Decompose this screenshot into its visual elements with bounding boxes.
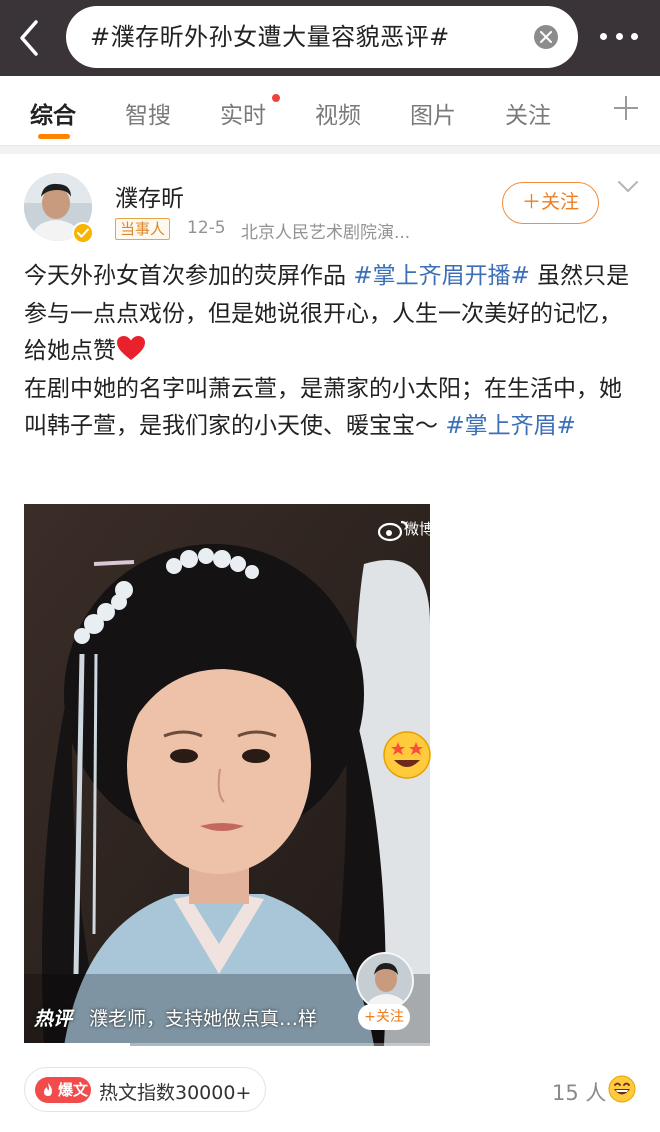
post-date: 12-5 <box>187 218 226 238</box>
video-follow-button[interactable]: +关注 <box>358 1004 410 1030</box>
role-badge: 当事人 <box>115 218 171 240</box>
topic-link[interactable]: #掌上齐眉开播# <box>353 263 530 289</box>
topic-link[interactable]: #掌上齐眉# <box>445 413 576 439</box>
hot-index-pill[interactable]: 爆文 热文指数30000+ <box>24 1067 266 1112</box>
hot-badge: 爆文 <box>35 1077 91 1103</box>
post-paragraph: 在剧中她的名字叫萧云萱，是萧家的小太阳；在生活中，她叫韩子萱，是我们家的小天使、… <box>24 371 636 446</box>
search-input[interactable]: #濮存昕外孙女遭大量容貌恶评# <box>90 6 450 68</box>
active-tab-indicator <box>38 134 70 139</box>
hot-comment-text[interactable]: 濮老师，支持她做点真…样 <box>89 1004 339 1031</box>
post-paragraph: 今天外孙女首次参加的荧屏作品 #掌上齐眉开播# 虽然只是参与一点点戏份，但是她说… <box>24 258 636 371</box>
chevron-down-icon[interactable] <box>616 178 640 196</box>
tab-smart-search[interactable]: 智搜 <box>125 96 171 130</box>
new-content-dot <box>272 94 280 102</box>
tab-following[interactable]: 关注 <box>505 96 551 130</box>
author-name[interactable]: 濮存昕 <box>115 179 184 213</box>
hot-index-text: 热文指数30000+ <box>99 1082 252 1104</box>
video-author-avatar[interactable] <box>356 952 414 1010</box>
post-text: 今天外孙女首次参加的荧屏作品 #掌上齐眉开播# 虽然只是参与一点点戏份，但是她说… <box>24 258 636 446</box>
verified-icon <box>72 222 94 244</box>
tab-video[interactable]: 视频 <box>315 96 361 130</box>
tab-bar: 综合 智搜 实时 视频 图片 关注 <box>0 76 660 146</box>
post-source: 北京人民艺术剧院演... <box>241 223 411 243</box>
post-text-segment: 今天外孙女首次参加的荧屏作品 <box>24 263 354 289</box>
video-progress-fill <box>24 1043 130 1046</box>
tab-realtime[interactable]: 实时 <box>220 96 266 130</box>
fire-icon <box>44 1083 52 1096</box>
back-arrow-icon[interactable] <box>16 18 44 58</box>
section-divider <box>0 146 660 154</box>
plus-icon[interactable] <box>612 94 640 122</box>
top-bar: #濮存昕外孙女遭大量容貌恶评# <box>0 0 660 76</box>
reaction-count: 15 人 <box>552 1081 607 1105</box>
heart-emoji-icon <box>117 336 145 360</box>
hot-badge-label: 爆文 <box>58 1081 89 1099</box>
tab-images[interactable]: 图片 <box>410 96 456 130</box>
search-box[interactable]: #濮存昕外孙女遭大量容貌恶评# <box>66 6 578 68</box>
video-watermark: 微博 <box>404 520 435 538</box>
more-icon[interactable] <box>600 30 638 42</box>
clear-icon[interactable] <box>534 25 558 49</box>
hot-comment-label: 热评 <box>34 1008 73 1030</box>
star-eyes-emoji-icon <box>383 731 431 779</box>
tab-comprehensive[interactable]: 综合 <box>30 96 76 130</box>
follow-button[interactable]: ＋关注 <box>502 182 599 224</box>
laugh-emoji-icon[interactable] <box>608 1075 636 1103</box>
